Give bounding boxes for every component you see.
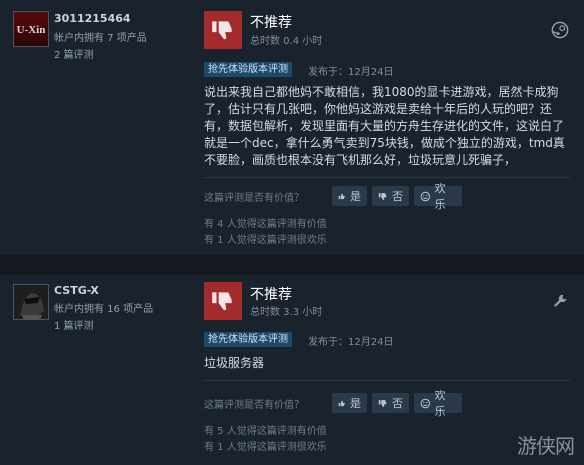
smiley-icon	[420, 191, 431, 201]
helpful-stat: 有 4 人觉得这篇评测有价值	[204, 219, 327, 230]
verdict-title[interactable]: 不推荐	[250, 12, 292, 32]
hours-played: 总时数 3.3 小时	[250, 307, 323, 318]
review-card: U-Xin 3011215464 帐户内拥有 7 项产品 2 篇评测 不推荐 总…	[0, 0, 584, 255]
vote-no-label: 否	[392, 190, 403, 203]
review-card: CSTG-X 帐户内拥有 16 项产品 1 篇评测 不推荐 总时数 3.3 小时…	[0, 275, 584, 465]
thumbs-up-icon	[338, 400, 345, 406]
vote-funny-button[interactable]: 欢乐	[414, 182, 462, 211]
helpful-stat: 有 5 人觉得这篇评测有价值	[204, 426, 327, 437]
vote-yes-button[interactable]: 是	[332, 393, 367, 413]
helpful-question: 这篇评测是否有价值？	[204, 193, 304, 204]
username[interactable]: 3011215464	[54, 12, 131, 25]
verdict-title[interactable]: 不推荐	[250, 284, 292, 304]
hours-played: 总时数 0.4 小时	[250, 36, 323, 47]
thumbs-down-small-icon	[378, 192, 387, 200]
divider	[204, 380, 570, 381]
posted-date: 发布于：12月24日	[308, 337, 394, 348]
avatar[interactable]: U-Xin	[13, 11, 49, 47]
posted-date: 发布于：12月24日	[308, 67, 394, 78]
smiley-icon	[420, 398, 431, 408]
avatar-logo-text: U-Xin	[14, 12, 48, 46]
products-owned: 帐户内拥有 7 项产品	[54, 33, 147, 44]
divider	[204, 177, 570, 178]
early-access-tag: 抢先体验版本评测	[204, 62, 292, 77]
vote-funny-label: 欢乐	[434, 389, 446, 418]
vote-yes-label: 是	[350, 190, 361, 203]
vote-yes-label: 是	[350, 397, 361, 410]
products-owned: 帐户内拥有 16 项产品	[54, 304, 154, 315]
helpful-question: 这篇评测是否有价值？	[204, 400, 304, 411]
vote-funny-button[interactable]: 欢乐	[414, 389, 462, 418]
username[interactable]: CSTG-X	[54, 284, 99, 297]
early-access-tag: 抢先体验版本评测	[204, 332, 292, 347]
wrench-icon	[550, 291, 570, 311]
review-body: 说出来我自己都他妈不敢相信，我1080的显卡进游戏，居然卡成狗了，估计只有几张吧…	[204, 85, 565, 167]
review-count[interactable]: 1 篇评测	[54, 317, 94, 332]
thumbs-down-icon	[204, 11, 242, 49]
vote-funny-label: 欢乐	[434, 182, 446, 211]
avatar-image	[14, 285, 48, 319]
watermark: 游侠网	[517, 434, 575, 458]
funny-stat: 有 1 人觉得这篇评测很欢乐	[204, 442, 327, 453]
thumbs-down-icon	[204, 282, 242, 320]
thumbs-up-icon	[338, 193, 345, 199]
vote-yes-button[interactable]: 是	[332, 186, 367, 206]
vote-no-button[interactable]: 否	[372, 393, 409, 413]
review-body: 垃圾服务器	[204, 356, 265, 370]
avatar[interactable]	[13, 284, 49, 320]
vote-no-label: 否	[392, 397, 403, 410]
funny-stat: 有 1 人觉得这篇评测很欢乐	[204, 235, 327, 246]
steam-icon	[550, 20, 570, 40]
review-count[interactable]: 2 篇评测	[54, 46, 94, 61]
thumbs-down-small-icon	[378, 399, 387, 407]
vote-no-button[interactable]: 否	[372, 186, 409, 206]
